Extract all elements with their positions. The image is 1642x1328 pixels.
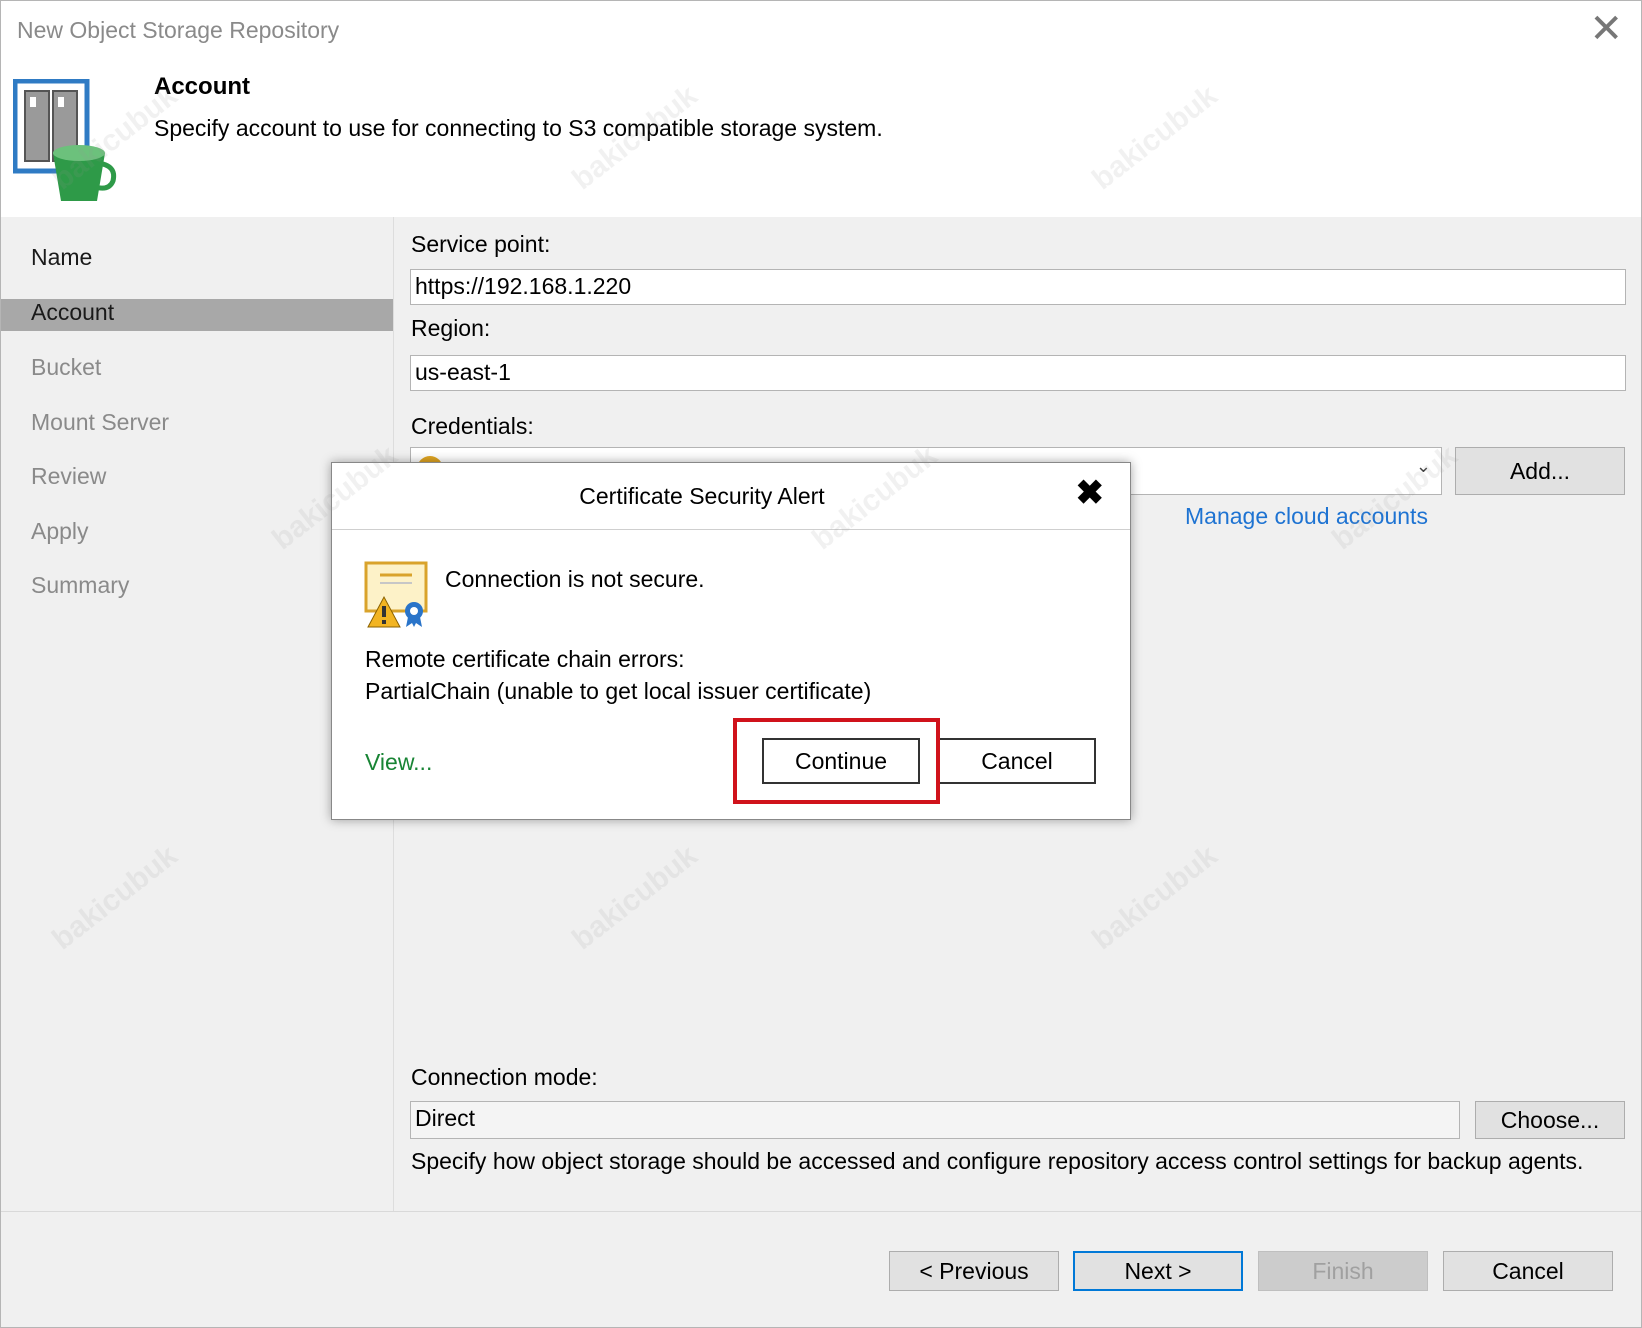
dialog-title: Certificate Security Alert <box>579 483 825 509</box>
service-point-input[interactable]: https://192.168.1.220 <box>410 269 1626 305</box>
step-review: Review <box>31 463 107 489</box>
service-point-label: Service point: <box>411 231 551 257</box>
chevron-down-icon: ⌄ <box>1415 456 1431 476</box>
continue-highlight-box <box>733 718 940 804</box>
step-apply: Apply <box>31 518 89 544</box>
footer-divider <box>1 1211 1641 1212</box>
step-name[interactable]: Name <box>31 244 92 271</box>
credentials-label: Credentials: <box>411 413 534 439</box>
window-close-icon[interactable]: ✕ <box>1589 9 1623 49</box>
object-storage-icon <box>13 79 117 201</box>
region-label: Region: <box>411 315 491 341</box>
certificate-alert-dialog: Certificate Security Alert ✖ Connection … <box>331 462 1131 820</box>
finish-button: Finish <box>1258 1251 1428 1291</box>
certificate-warning-icon <box>364 561 428 628</box>
error-heading: Remote certificate chain errors: <box>365 646 685 672</box>
connection-mode-field: Direct <box>410 1101 1460 1139</box>
step-summary: Summary <box>31 572 130 598</box>
error-detail: PartialChain (unable to get local issuer… <box>365 678 872 704</box>
manage-cloud-accounts-link[interactable]: Manage cloud accounts <box>1185 503 1428 530</box>
dialog-divider <box>332 529 1130 530</box>
choose-button[interactable]: Choose... <box>1475 1101 1625 1139</box>
next-button[interactable]: Next > <box>1073 1251 1243 1291</box>
wizard-window: New Object Storage Repository ✕ Account … <box>0 0 1642 1328</box>
page-subtitle: Specify account to use for connecting to… <box>154 115 883 141</box>
view-certificate-link[interactable]: View... <box>365 749 432 776</box>
connection-mode-label: Connection mode: <box>411 1064 598 1090</box>
dialog-close-icon[interactable]: ✖ <box>1076 473 1105 513</box>
previous-button[interactable]: < Previous <box>889 1251 1059 1291</box>
connection-mode-hint: Specify how object storage should be acc… <box>411 1148 1584 1174</box>
page-title: Account <box>154 73 250 100</box>
step-bucket: Bucket <box>31 354 102 380</box>
wizard-header: Account Specify account to use for conne… <box>1 59 1641 217</box>
dialog-cancel-button[interactable]: Cancel <box>938 738 1096 784</box>
dialog-message: Connection is not secure. <box>445 566 705 592</box>
title-bar: New Object Storage Repository ✕ <box>1 1 1641 59</box>
window-title: New Object Storage Repository <box>17 17 340 43</box>
step-mount-server: Mount Server <box>31 409 170 435</box>
wizard-cancel-button[interactable]: Cancel <box>1443 1251 1613 1291</box>
step-account[interactable]: Account <box>31 299 114 326</box>
add-credentials-button[interactable]: Add... <box>1455 447 1625 495</box>
region-input[interactable]: us-east-1 <box>410 355 1626 391</box>
